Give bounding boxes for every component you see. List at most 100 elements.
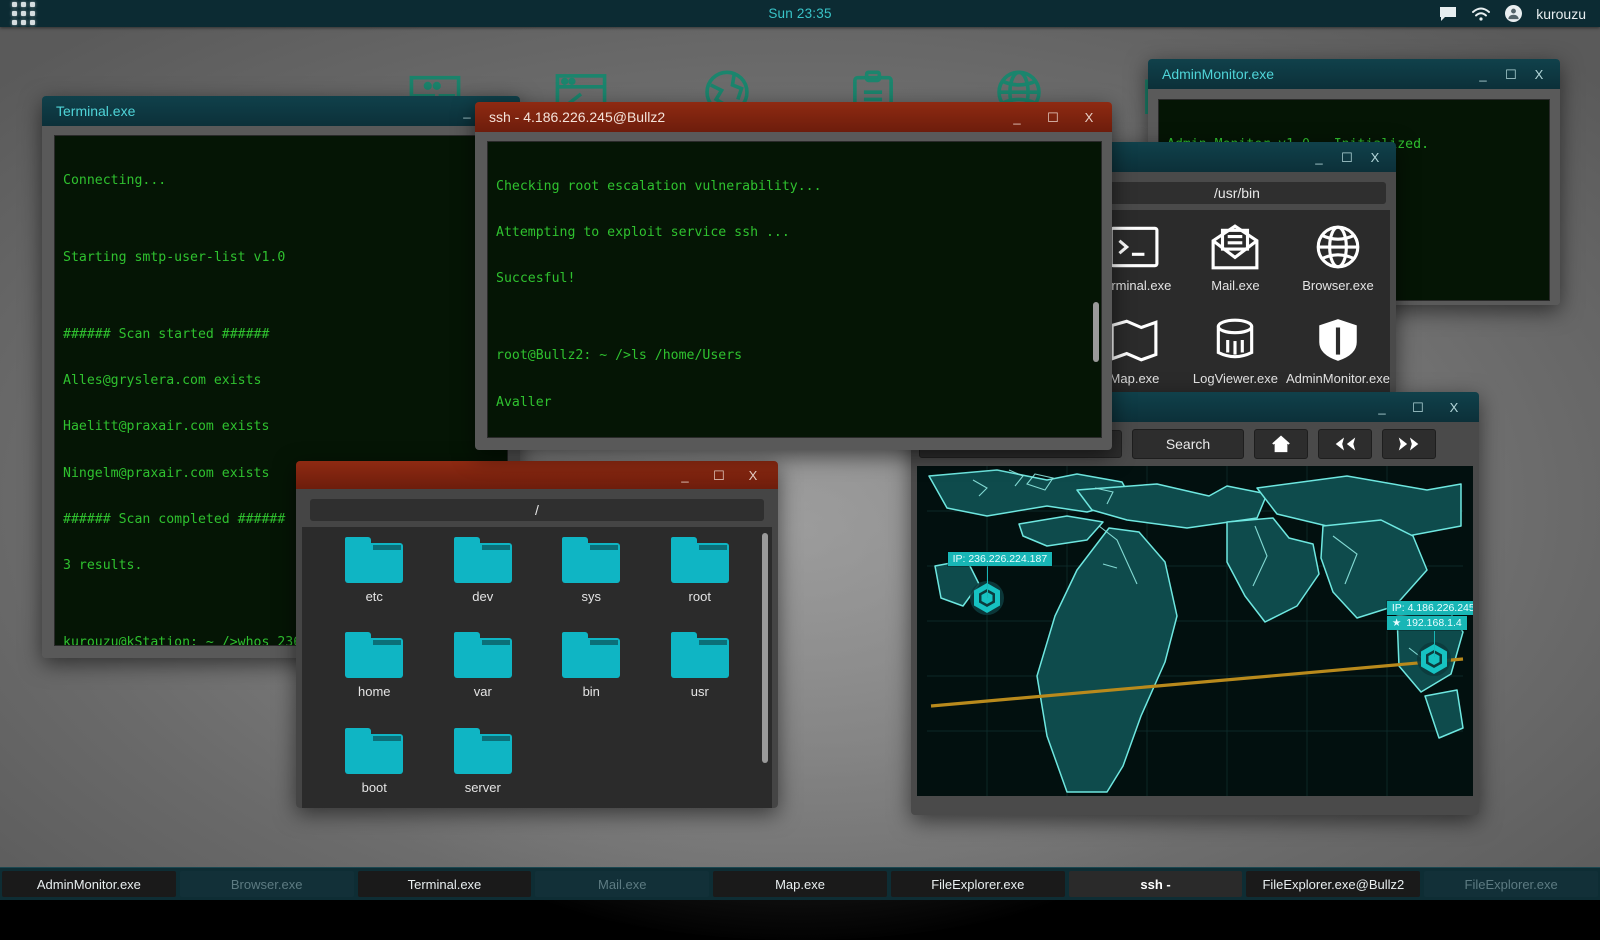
console-line: Attempting to exploit service ssh ... <box>496 225 1093 240</box>
close-button[interactable]: X <box>746 469 760 482</box>
file-item[interactable]: root <box>646 537 755 622</box>
titlebar-ssh[interactable]: ssh - 4.186.226.245@Bullz2 _ ☐ X <box>475 102 1112 132</box>
maximize-button[interactable]: ☐ <box>1411 401 1425 414</box>
console-line: Checking root escalation vulnerability..… <box>496 179 1093 194</box>
file-item[interactable]: Browser.exe <box>1286 222 1390 305</box>
maximize-button[interactable]: ☐ <box>1340 151 1354 164</box>
titlebar-adminmonitor[interactable]: AdminMonitor.exe _ ☐ X <box>1148 59 1560 89</box>
system-tray: kurouzu <box>1439 5 1600 22</box>
close-button[interactable]: X <box>1082 111 1096 124</box>
double-chevron-left-icon[interactable] <box>1318 429 1372 459</box>
folder-icon <box>345 632 403 678</box>
maximize-button[interactable]: ☐ <box>712 469 726 482</box>
taskbar-item-browser[interactable]: Browser.exe <box>180 871 354 897</box>
log-roll-icon <box>1208 315 1262 365</box>
folder-icon <box>562 632 620 678</box>
file-item[interactable]: server <box>429 728 538 808</box>
file-label: bin <box>583 684 600 699</box>
folder-icon <box>454 632 512 678</box>
taskbar-item-mail[interactable]: Mail.exe <box>535 871 709 897</box>
taskbar-item-adminmonitor[interactable]: AdminMonitor.exe <box>2 871 176 897</box>
home-icon[interactable] <box>1254 429 1308 459</box>
titlebar-terminal[interactable]: Terminal.exe _ ☐ <box>42 96 520 126</box>
close-button[interactable]: X <box>1532 68 1546 81</box>
console-line: Avaller <box>496 395 1093 410</box>
star-icon: ★ <box>1392 617 1401 629</box>
file-label: server <box>465 780 501 795</box>
titlebar-file-explorer-root[interactable]: _ ☐ X <box>296 461 778 489</box>
user-avatar-icon[interactable] <box>1505 5 1522 22</box>
vertical-scrollbar[interactable] <box>1093 302 1099 362</box>
double-chevron-right-icon[interactable] <box>1382 429 1436 459</box>
file-item[interactable]: usr <box>646 632 755 717</box>
console-line: ###### Scan started ###### <box>63 327 499 342</box>
path-bar[interactable]: /usr/bin <box>1088 182 1386 204</box>
file-item[interactable]: Mail.exe <box>1185 222 1286 305</box>
console-line: Alles@gryslera.com exists <box>63 373 499 388</box>
console-line: Starting smtp-user-list v1.0 <box>63 250 499 265</box>
minimize-button[interactable]: _ <box>1476 68 1490 81</box>
file-grid-usr: Terminal.exe Mail.exe Browser.exe Map.ex… <box>1084 210 1390 395</box>
username-label: kurouzu <box>1536 6 1586 22</box>
file-item[interactable]: AdminMonitor.exe <box>1286 315 1390 395</box>
window-title: AdminMonitor.exe <box>1162 66 1274 82</box>
file-label: Map.exe <box>1110 371 1160 386</box>
file-label: var <box>474 684 492 699</box>
close-button[interactable]: X <box>1447 401 1461 414</box>
file-item[interactable]: var <box>429 632 538 717</box>
minimize-button[interactable]: _ <box>678 469 692 482</box>
file-item[interactable]: etc <box>320 537 429 622</box>
minimize-button[interactable]: _ <box>1010 111 1024 124</box>
maximize-button[interactable]: ☐ <box>1046 111 1060 124</box>
window-title: Terminal.exe <box>56 103 135 119</box>
taskbar-item-terminal[interactable]: Terminal.exe <box>358 871 532 897</box>
console-line: Succesful! <box>496 271 1093 286</box>
file-label: LogViewer.exe <box>1193 371 1278 386</box>
file-item[interactable]: LogViewer.exe <box>1185 315 1286 395</box>
search-button[interactable]: Search <box>1132 429 1244 459</box>
ssh-console[interactable]: Checking root escalation vulnerability..… <box>487 141 1102 438</box>
map-app-icon <box>1107 315 1161 365</box>
file-item[interactable]: dev <box>429 537 538 622</box>
minimize-button[interactable]: _ <box>460 105 474 118</box>
file-label: home <box>358 684 391 699</box>
file-label: dev <box>472 589 493 604</box>
folder-icon <box>671 632 729 678</box>
file-label: sys <box>582 589 602 604</box>
taskbar-item-map[interactable]: Map.exe <box>713 871 887 897</box>
top-system-bar: Sun 23:35 kurouzu <box>0 0 1600 27</box>
taskbar: AdminMonitor.exe Browser.exe Terminal.ex… <box>0 867 1600 900</box>
folder-icon <box>345 728 403 774</box>
world-map-canvas[interactable]: IP: 236.226.224.187 IP: 4.186.226.245 ★ … <box>917 466 1473 796</box>
window-file-explorer-root[interactable]: _ ☐ X / etc dev sys root <box>296 461 778 808</box>
minimize-button[interactable]: _ <box>1312 151 1326 164</box>
folder-icon <box>671 537 729 583</box>
folder-icon <box>345 537 403 583</box>
taskbar-item-fileexplorer[interactable]: FileExplorer.exe <box>891 871 1065 897</box>
maximize-button[interactable]: ☐ <box>1504 68 1518 81</box>
file-item[interactable]: sys <box>537 537 646 622</box>
file-grid-root: etc dev sys root home var <box>302 527 772 808</box>
console-line: Haelitt@praxair.com exists <box>63 419 499 434</box>
file-item[interactable]: bin <box>537 632 646 717</box>
vertical-scrollbar[interactable] <box>762 533 768 763</box>
file-label: Mail.exe <box>1211 278 1259 293</box>
wifi-icon[interactable] <box>1471 6 1491 22</box>
minimize-button[interactable]: _ <box>1375 401 1389 414</box>
file-item[interactable]: home <box>320 632 429 717</box>
window-map[interactable]: _ ☐ X Search <box>911 392 1479 815</box>
taskbar-item-ssh[interactable]: ssh - <box>1069 871 1243 897</box>
file-item[interactable]: boot <box>320 728 429 808</box>
window-ssh[interactable]: ssh - 4.186.226.245@Bullz2 _ ☐ X Checkin… <box>475 102 1112 450</box>
titlebar-file-explorer-usr[interactable]: _ ☐ X <box>1078 142 1396 172</box>
marker-ip-label: IP: 4.186.226.245 <box>1387 601 1473 615</box>
close-button[interactable]: X <box>1368 151 1382 164</box>
console-line: root@Bullz2: ~ />ls /home/Users <box>496 348 1093 363</box>
marker-ip-label: IP: 236.226.224.187 <box>948 552 1053 566</box>
path-bar[interactable]: / <box>310 499 764 521</box>
taskbar-item-fileexplorer-2[interactable]: FileExplorer.exe <box>1424 871 1598 897</box>
taskbar-item-fileexplorer-bullz2[interactable]: FileExplorer.exe@Bullz2 <box>1246 871 1420 897</box>
window-file-explorer-usr[interactable]: _ ☐ X /usr/bin Terminal.exe Mail.exe <box>1078 142 1396 395</box>
chat-bubble-icon[interactable] <box>1439 6 1457 22</box>
console-line: Connecting... <box>63 173 499 188</box>
